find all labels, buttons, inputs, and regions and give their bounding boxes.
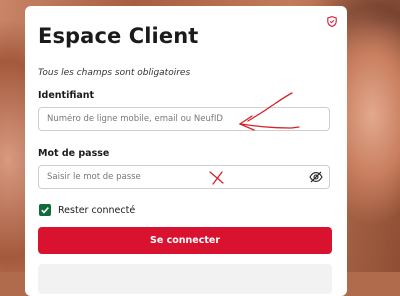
remember-checkbox[interactable] — [39, 204, 51, 216]
identifier-label: Identifiant — [38, 90, 95, 101]
identifier-input[interactable] — [38, 107, 330, 131]
secondary-panel — [38, 264, 332, 294]
checkmark-icon — [41, 207, 49, 214]
password-label: Mot de passe — [38, 148, 110, 159]
password-input[interactable] — [38, 165, 330, 189]
page-title: Espace Client — [38, 24, 199, 48]
eye-slash-icon[interactable] — [309, 171, 323, 183]
shield-icon[interactable] — [327, 16, 337, 27]
required-fields-note: Tous les champs sont obligatoires — [38, 68, 191, 78]
login-card: Espace Client Tous les champs sont oblig… — [25, 6, 347, 296]
login-button[interactable]: Se connecter — [38, 227, 332, 254]
remember-label[interactable]: Rester connecté — [58, 205, 135, 216]
